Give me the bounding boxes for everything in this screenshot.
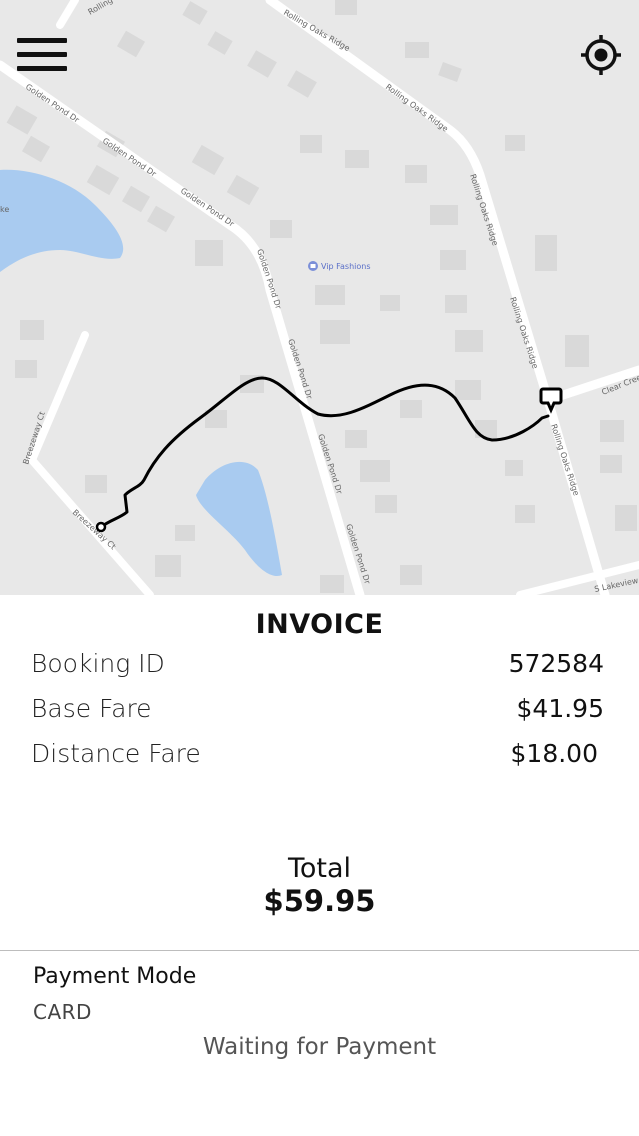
pickup-marker-icon[interactable] [95,521,107,533]
total-label: Total [287,853,352,884]
payment-mode-value: CARD [33,1000,92,1024]
dropoff-marker-icon[interactable] [539,387,563,414]
row-label: Distance Fare [31,739,201,768]
lake-south [196,461,282,576]
invoice-title: INVOICE [255,609,384,640]
row-value: $18.00 [510,739,598,768]
street-label: Rolling [87,0,115,17]
payment-status: Waiting for Payment [202,1034,437,1060]
payment-mode-label: Payment Mode [33,964,197,989]
hamburger-menu-icon[interactable] [14,34,70,78]
row-value: 572584 [508,649,604,678]
invoice-panel: INVOICE Booking ID 572584 Base Fare $41.… [0,595,639,1136]
invoice-row-distance-fare: Distance Fare $18.00 [0,739,639,775]
street-label: Rolling Oaks Ridge [549,423,581,497]
divider [0,950,639,951]
map-view[interactable]: Rolling Rolling Oaks Ridge Rolling Oaks … [0,0,639,595]
street-label: Rolling Oaks Ridge [384,82,450,133]
street-label: Breezeway Ct [71,508,118,552]
total-value: $59.95 [263,884,376,918]
poi-label: Vip Fashions [321,262,371,271]
row-label: Booking ID [31,649,165,678]
street-label: ke [0,205,9,214]
invoice-row-base-fare: Base Fare $41.95 [0,694,639,730]
buildings [6,0,637,593]
row-label: Base Fare [31,694,152,723]
invoice-row-booking-id: Booking ID 572584 [0,649,639,685]
poi-vip-fashions[interactable]: Vip Fashions [308,261,371,271]
map-canvas[interactable]: Rolling Rolling Oaks Ridge Rolling Oaks … [0,0,639,595]
row-value: $41.95 [516,694,604,723]
crosshair-location-icon[interactable] [578,32,624,78]
